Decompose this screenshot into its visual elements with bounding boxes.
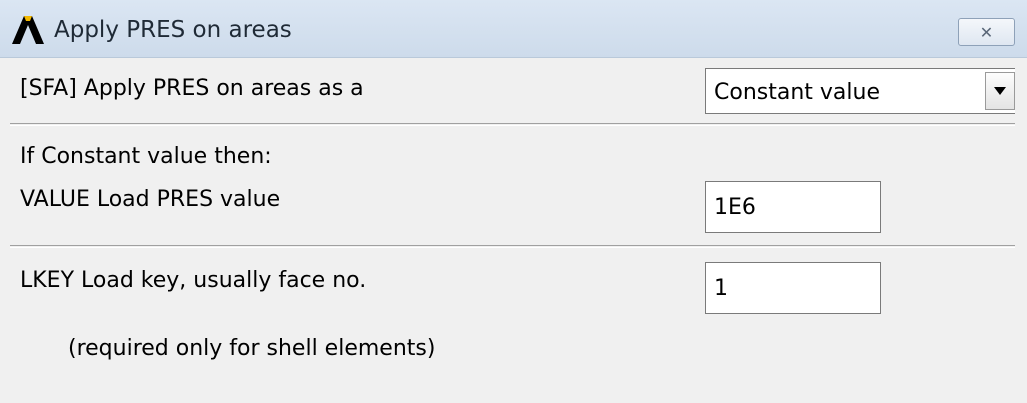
title-bar[interactable]: Apply PRES on areas ✕ xyxy=(0,0,1027,58)
lkey-note: (required only for shell elements) xyxy=(68,336,436,361)
lkey-section: LKEY Load key, usually face no. (require… xyxy=(10,248,1017,398)
ansys-logo-icon xyxy=(12,16,44,44)
dialog-window: Apply PRES on areas ✕ [SFA] Apply PRES o… xyxy=(0,0,1027,403)
value-label: VALUE Load PRES value xyxy=(20,187,281,212)
constant-heading: If Constant value then: xyxy=(20,144,272,169)
sfa-section: [SFA] Apply PRES on areas as a Constant … xyxy=(10,60,1019,122)
window-title: Apply PRES on areas xyxy=(54,17,292,43)
pres-value-input[interactable] xyxy=(705,181,881,233)
constant-section: If Constant value then: VALUE Load PRES … xyxy=(10,126,1017,246)
apply-as-selected-value: Constant value xyxy=(714,80,880,105)
sfa-label: [SFA] Apply PRES on areas as a xyxy=(20,76,364,101)
close-button[interactable]: ✕ xyxy=(958,18,1015,46)
close-icon: ✕ xyxy=(979,22,994,42)
lkey-input[interactable] xyxy=(705,262,881,314)
chevron-down-icon[interactable] xyxy=(985,72,1015,110)
apply-as-select[interactable]: Constant value xyxy=(705,68,1019,114)
lkey-label: LKEY Load key, usually face no. xyxy=(20,268,367,293)
window-border xyxy=(1015,58,1027,403)
